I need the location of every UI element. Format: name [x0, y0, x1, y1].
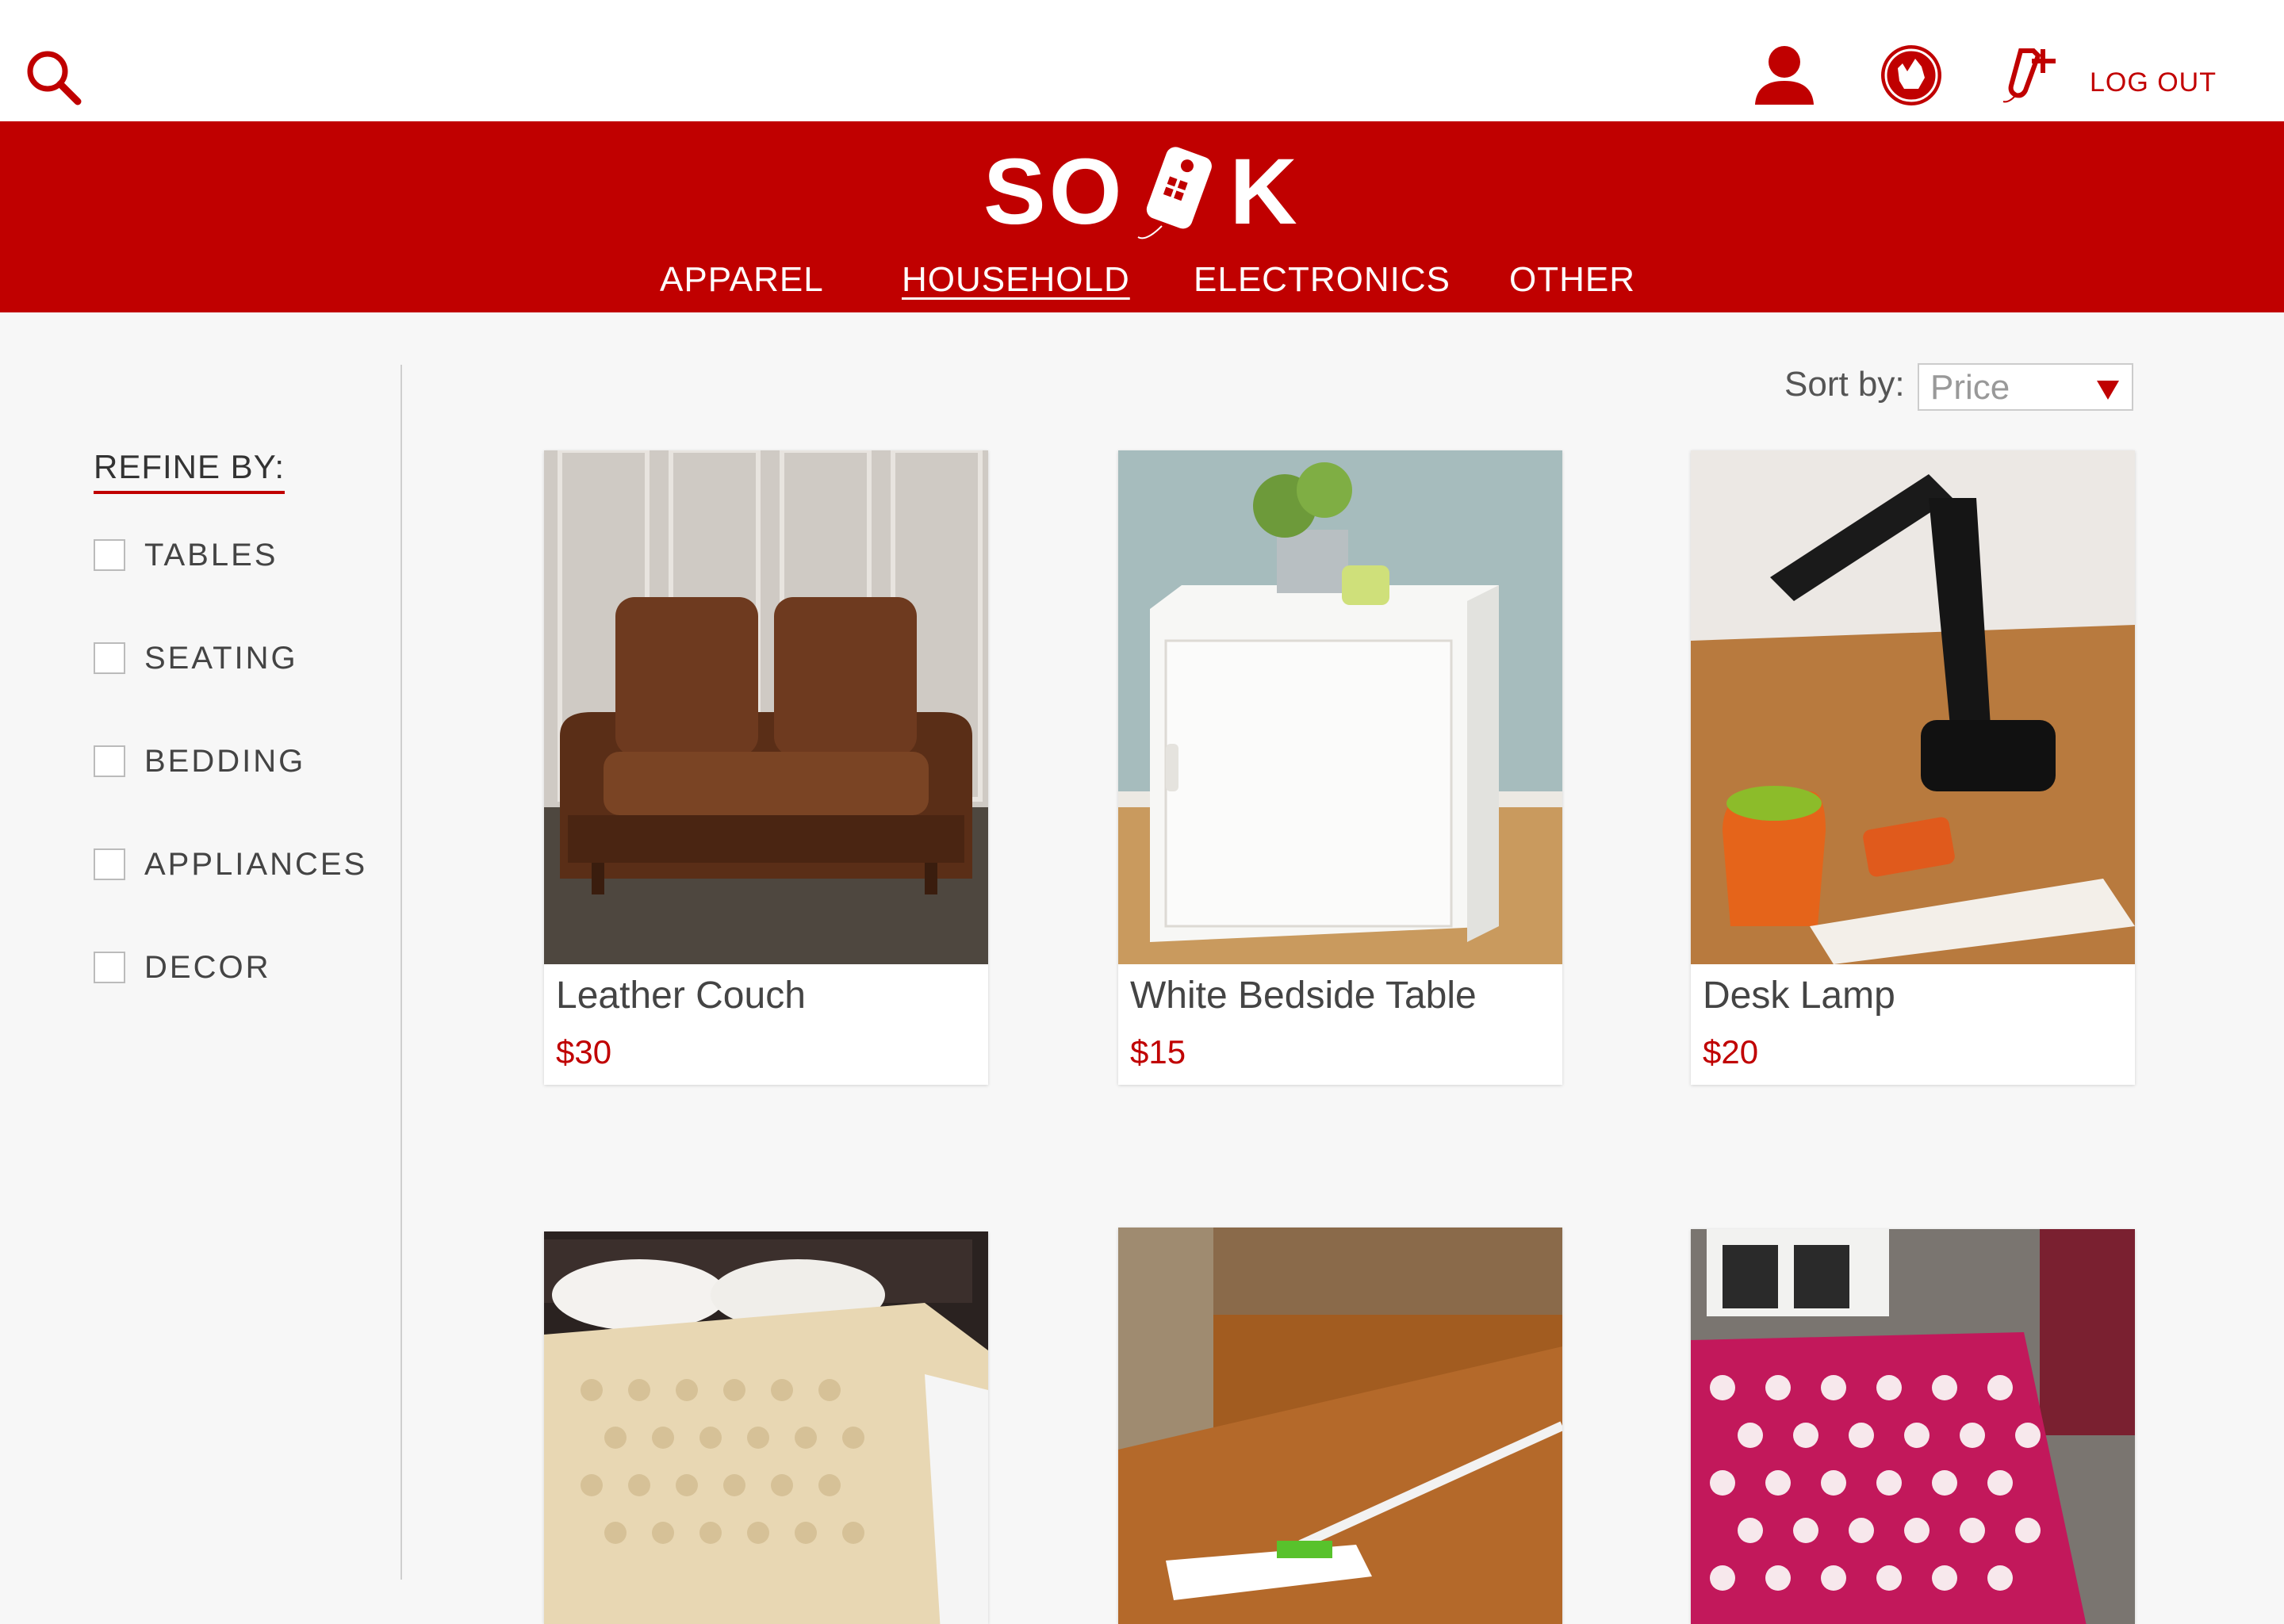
refine-title: REFINE BY: [94, 448, 286, 494]
checkbox[interactable] [94, 642, 125, 674]
product-card[interactable]: Desk Lamp $20 [1691, 450, 2135, 1085]
product-image [1118, 1228, 1562, 1624]
sort-value: Price [1930, 368, 2010, 407]
filter-label: APPLIANCES [144, 846, 368, 882]
filter-label: SEATING [144, 640, 298, 676]
filter-label: TABLES [144, 537, 278, 573]
nav-apparel[interactable]: APPAREL [660, 260, 824, 300]
filter-label: DECOR [144, 949, 271, 985]
checkbox[interactable] [94, 848, 125, 880]
sort-select[interactable]: Price [1918, 363, 2133, 411]
top-bar: LOG OUT [0, 0, 2284, 121]
filter-tables[interactable]: TABLES [94, 531, 278, 579]
checkbox[interactable] [94, 952, 125, 983]
logo[interactable]: SO K [983, 132, 1301, 251]
profile-icon[interactable] [1749, 40, 1820, 111]
nav-household[interactable]: HOUSEHOLD [902, 260, 1130, 300]
logo-text-right: K [1229, 140, 1301, 244]
product-card[interactable] [1691, 1229, 2135, 1624]
product-image [1118, 450, 1562, 964]
filter-seating[interactable]: SEATING [94, 634, 298, 682]
product-name[interactable]: Desk Lamp [1703, 974, 1895, 1017]
logout-link[interactable]: LOG OUT [2090, 67, 2217, 98]
add-listing-icon[interactable] [1998, 40, 2070, 111]
product-card[interactable] [544, 1231, 988, 1624]
checkbox[interactable] [94, 745, 125, 777]
product-name[interactable]: White Bedside Table [1130, 974, 1477, 1017]
product-price: $20 [1703, 1033, 1759, 1071]
filter-decor[interactable]: DECOR [94, 944, 270, 991]
logo-text-left: SO [983, 140, 1125, 244]
product-card[interactable]: Leather Couch $30 [544, 450, 988, 1085]
nav-electronics[interactable]: ELECTRONICS [1194, 260, 1450, 300]
product-price: $30 [556, 1033, 612, 1071]
sidebar-divider [400, 365, 402, 1580]
site-header: SO K APPAREL HOUSEHOLD ELECTRONICS OTHER [0, 121, 2284, 312]
cart-icon[interactable] [1876, 40, 1947, 111]
sort-label: Sort by: [1784, 365, 1905, 404]
product-image [1691, 450, 2135, 964]
product-card[interactable]: White Bedside Table $15 [1118, 450, 1562, 1085]
product-name[interactable]: Leather Couch [556, 974, 806, 1017]
product-image [544, 1231, 988, 1624]
product-card[interactable] [1118, 1228, 1562, 1624]
caret-down-icon [2097, 381, 2119, 400]
filter-appliances[interactable]: APPLIANCES [94, 841, 367, 888]
search-icon[interactable] [22, 46, 86, 109]
product-image [544, 450, 988, 964]
checkbox[interactable] [94, 539, 125, 571]
category-nav: APPAREL HOUSEHOLD ELECTRONICS OTHER [0, 260, 2284, 308]
product-image [1691, 1229, 2135, 1624]
filter-label: BEDDING [144, 743, 306, 779]
product-price: $15 [1130, 1033, 1186, 1071]
nav-other[interactable]: OTHER [1509, 260, 1635, 300]
price-tag-icon [1136, 147, 1212, 239]
filter-bedding[interactable]: BEDDING [94, 737, 305, 785]
